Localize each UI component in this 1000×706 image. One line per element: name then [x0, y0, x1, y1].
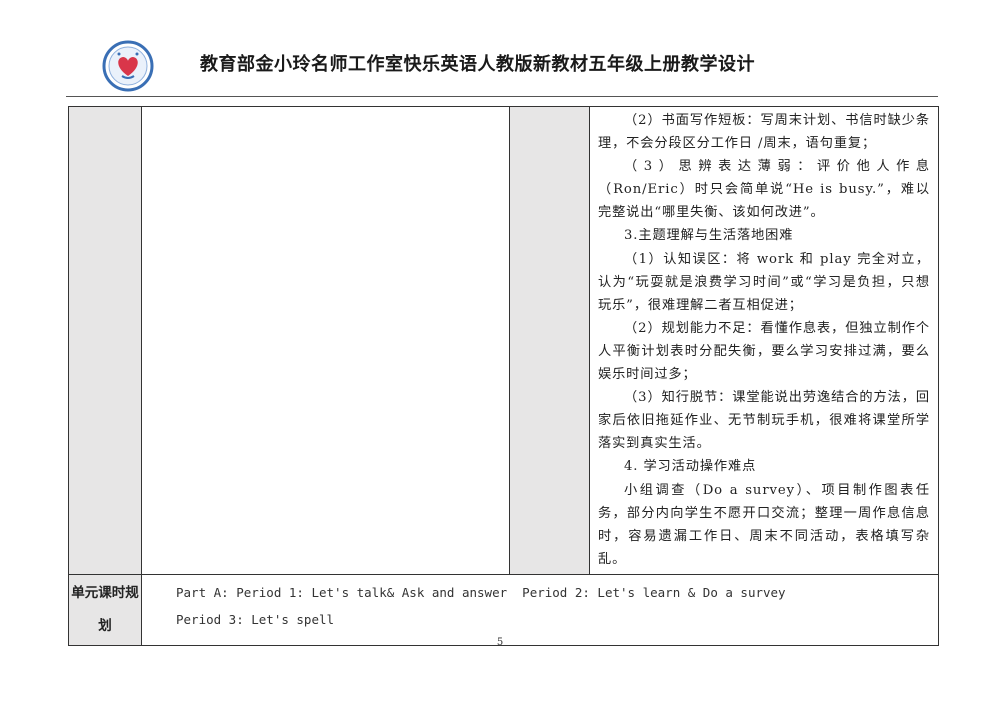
difficulty-paragraph: （2）书面写作短板：写周末计划、书信时缺少条理，不会分段区分工作日 /周末，语句… — [598, 113, 930, 152]
difficulty-paragraph: （3）知行脱节：课堂能说出劳逸结合的方法，回家后依旧拖延作业、无节制玩手机，很难… — [598, 390, 930, 452]
plan-label-cell: 单元课时规划 — [68, 573, 142, 646]
difficulty-content-cell: （2）书面写作短板：写周末计划、书信时缺少条理，不会分段区分工作日 /周末，语句… — [589, 106, 939, 575]
difficulty-paragraph: 小组调查（Do a survey）、项目制作图表任务，部分内向学生不愿开口交流；… — [598, 482, 930, 567]
lesson-plan-row: 单元课时规划 Part A: Period 1: Let's talk& Ask… — [68, 573, 939, 646]
document-title: 教育部金小玲名师工作室快乐英语人教版新教材五年级上册教学设计 — [200, 54, 755, 75]
content-cell-empty — [141, 106, 510, 575]
page-number: 5 — [496, 637, 504, 648]
difficulty-paragraph: （1）认知误区：将 work 和 play 完全对立，认为“玩耍就是浪费学习时间… — [598, 251, 930, 313]
difficulty-paragraph: （2）规划能力不足：看懂作息表，但独立制作个人平衡计划表时分配失衡，要么学习安排… — [598, 320, 930, 383]
label-cell-empty-2 — [509, 106, 590, 575]
plan-line: Part A: Period 1: Let's talk& Ask and an… — [176, 584, 786, 600]
difficulty-heading: 4. 学习活动操作难点 — [624, 459, 757, 475]
header-divider — [66, 96, 938, 97]
label-cell-empty — [68, 106, 142, 575]
lesson-design-table: （2）书面写作短板：写周末计划、书信时缺少条理，不会分段区分工作日 /周末，语句… — [68, 106, 939, 646]
difficulty-paragraph: （3）思辨表达薄弱：评价他人作息（Ron/Eric）时只会简单说“He is b… — [598, 159, 930, 221]
plan-content-cell: Part A: Period 1: Let's talk& Ask and an… — [141, 573, 939, 646]
studio-seal-logo — [102, 40, 154, 92]
difficulty-row: （2）书面写作短板：写周末计划、书信时缺少条理，不会分段区分工作日 /周末，语句… — [68, 106, 939, 575]
plan-line: Period 3: Let's spell — [176, 611, 335, 627]
plan-label: 单元课时规划 — [71, 584, 139, 634]
difficulty-heading: 3.主题理解与生活落地困难 — [624, 228, 794, 244]
